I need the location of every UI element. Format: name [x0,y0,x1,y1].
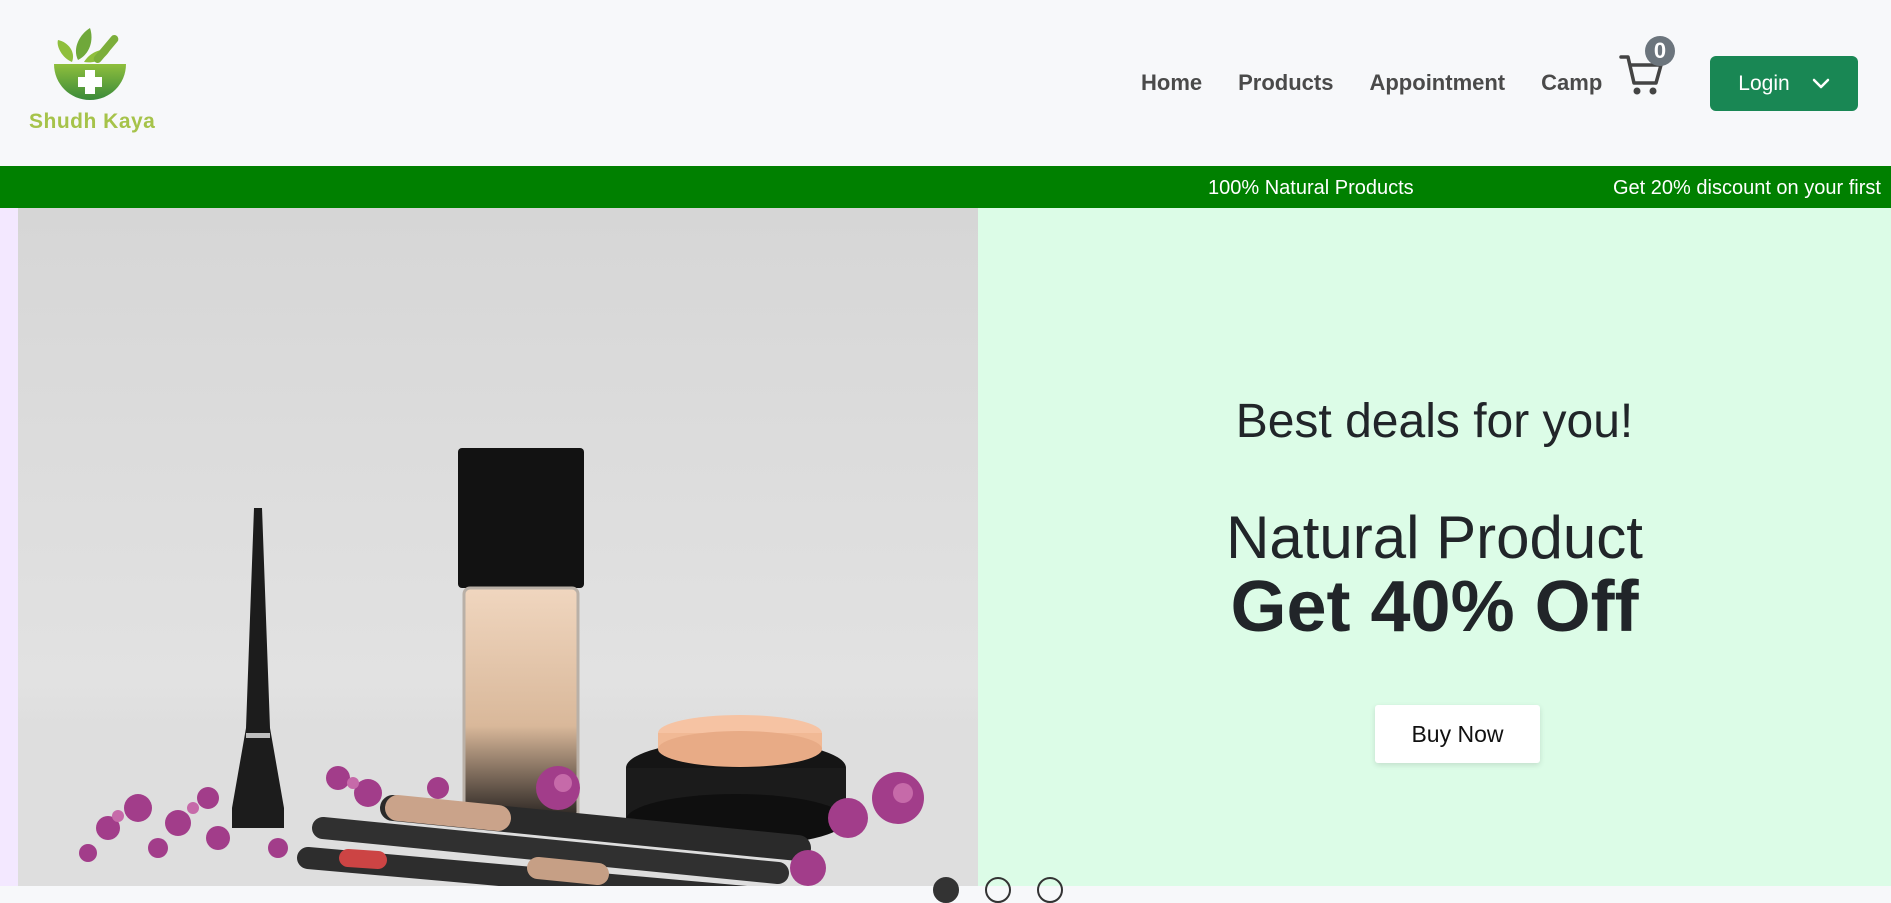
hero-subtitle: Best deals for you! [1235,395,1634,448]
carousel-indicators [933,877,1063,903]
brand-logo[interactable]: Shudh Kaya [26,26,156,141]
ticker-item: Get 20% discount on your first [1613,177,1881,199]
chevron-down-icon [1812,78,1829,88]
buy-now-button[interactable]: Buy Now [1375,705,1540,763]
nav-products[interactable]: Products [1238,70,1333,96]
cart-count-badge: 0 [1645,36,1675,66]
nav-appointment[interactable]: Appointment [1369,70,1505,96]
promo-ticker: 100% Natural Products Get 20% discount o… [0,166,1891,208]
hero-offer: Get 40% Off [1230,567,1639,647]
main-nav: Home Products Appointment Camp [1141,70,1638,96]
hero-carousel: Best deals for you! Natural Product Get … [0,208,1891,903]
nav-home[interactable]: Home [1141,70,1202,96]
ticker-item: 100% Natural Products [1208,177,1414,199]
hero-offer-panel: Best deals for you! Natural Product Get … [978,208,1891,886]
hero-cosmetics-image [18,208,978,903]
site-header: Shudh Kaya Home Products Appointment Cam… [0,0,1891,166]
nav-camp[interactable]: Camp [1541,70,1602,96]
carousel-dot-1[interactable] [933,877,959,903]
previous-slide-edge [0,208,18,886]
carousel-dot-2[interactable] [985,877,1011,903]
hero-title: Natural Product [1226,504,1643,571]
carousel-dot-3[interactable] [1037,877,1063,903]
login-dropdown-button[interactable]: Login [1710,56,1858,111]
mortar-leaf-logo-icon [54,28,126,100]
login-label: Login [1738,71,1790,95]
brand-name: Shudh Kaya [29,110,156,133]
